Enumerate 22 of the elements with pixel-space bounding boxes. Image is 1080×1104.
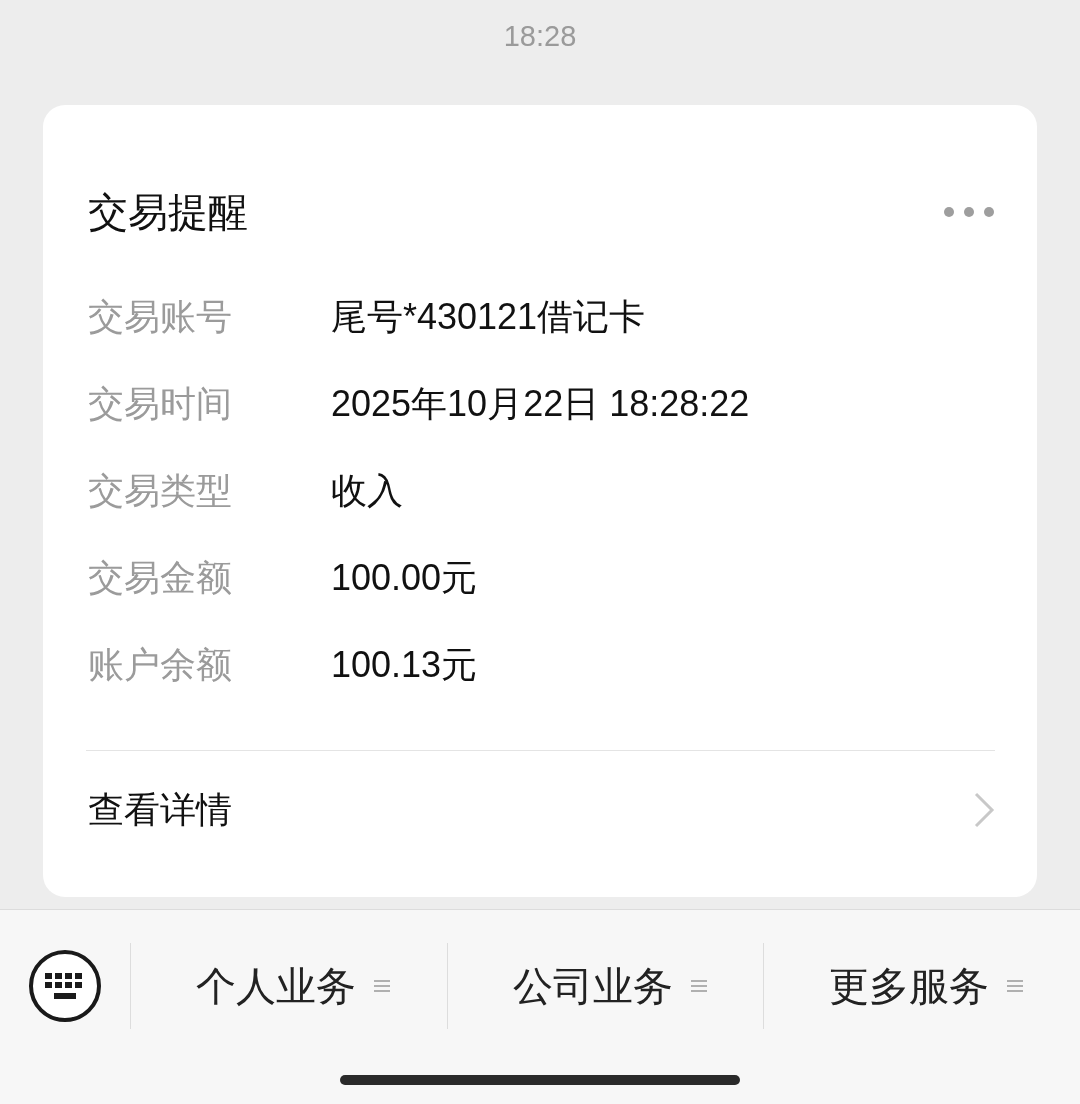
message-time: 18:28 xyxy=(503,19,577,54)
menu-icon xyxy=(373,979,390,993)
field-label: 交易时间 xyxy=(88,382,233,426)
field-value: 100.00元 xyxy=(331,556,478,600)
field-value: 尾号*430121借记卡 xyxy=(331,295,646,339)
view-details-link[interactable]: 查看详情 xyxy=(88,751,995,869)
card-title: 交易提醒 xyxy=(88,188,248,237)
keyboard-icon[interactable] xyxy=(28,949,102,1023)
field-label: 交易金额 xyxy=(88,556,233,600)
field-label: 账户余额 xyxy=(88,643,233,687)
field-label: 交易账号 xyxy=(88,295,233,339)
chevron-icon xyxy=(973,792,995,828)
field-value: 2025年10月22日 18:28:22 xyxy=(331,382,750,426)
menu-tab[interactable]: 更多服务 xyxy=(763,943,1080,1029)
menu-tab[interactable]: 个人业务 xyxy=(130,943,447,1029)
menu-icon xyxy=(690,979,707,993)
field-value: 100.13元 xyxy=(331,643,478,687)
menu-tab[interactable]: 公司业务 xyxy=(446,943,764,1029)
field-value: 收入 xyxy=(331,469,403,513)
field-label: 交易类型 xyxy=(88,469,233,513)
menu-icon xyxy=(1007,979,1024,993)
more-icon[interactable] xyxy=(943,205,995,219)
